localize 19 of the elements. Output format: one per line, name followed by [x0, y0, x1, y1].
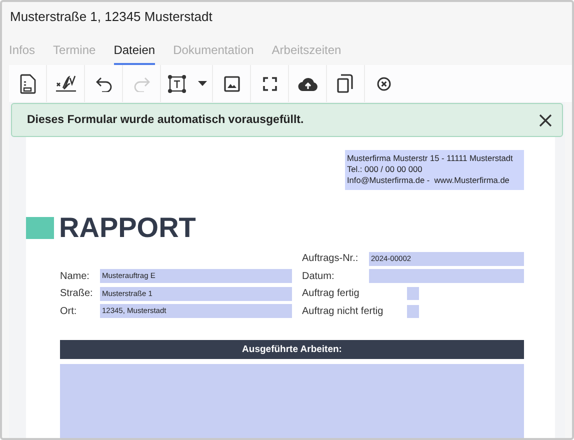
checkbox[interactable] — [407, 304, 419, 318]
field-label: Name: — [60, 270, 90, 282]
close-icon[interactable] — [539, 114, 552, 126]
input-field[interactable] — [369, 269, 524, 284]
document-heading: RAPPORT — [59, 212, 196, 244]
field-label: Auftrags-Nr.: — [302, 253, 360, 264]
address-line: Tel.: 000 / 00 00 000 — [347, 164, 424, 175]
field-label: Auftrag fertig — [302, 288, 360, 300]
field-label: Ort: — [60, 306, 78, 317]
address-line: Musterfirma Musterstr 15 - 11111 Musterstadt — [347, 153, 514, 164]
field-label: Auftrag nicht fertig — [302, 306, 384, 317]
section-header: Ausgeführte Arbeiten: — [60, 340, 524, 359]
checkbox[interactable] — [407, 287, 419, 300]
address-line: Info@Musterfirma.de - www.Musterfirma.de — [347, 175, 510, 186]
accent-square — [26, 217, 54, 239]
field-label: Datum: — [302, 270, 336, 282]
notice-text: Dieses Formular wurde automatisch vorausgefüllt. — [27, 114, 304, 126]
field-label: Straße: — [60, 288, 94, 300]
window-title: Musterstraße 1, 12345 Musterstadt — [9, 8, 214, 26]
